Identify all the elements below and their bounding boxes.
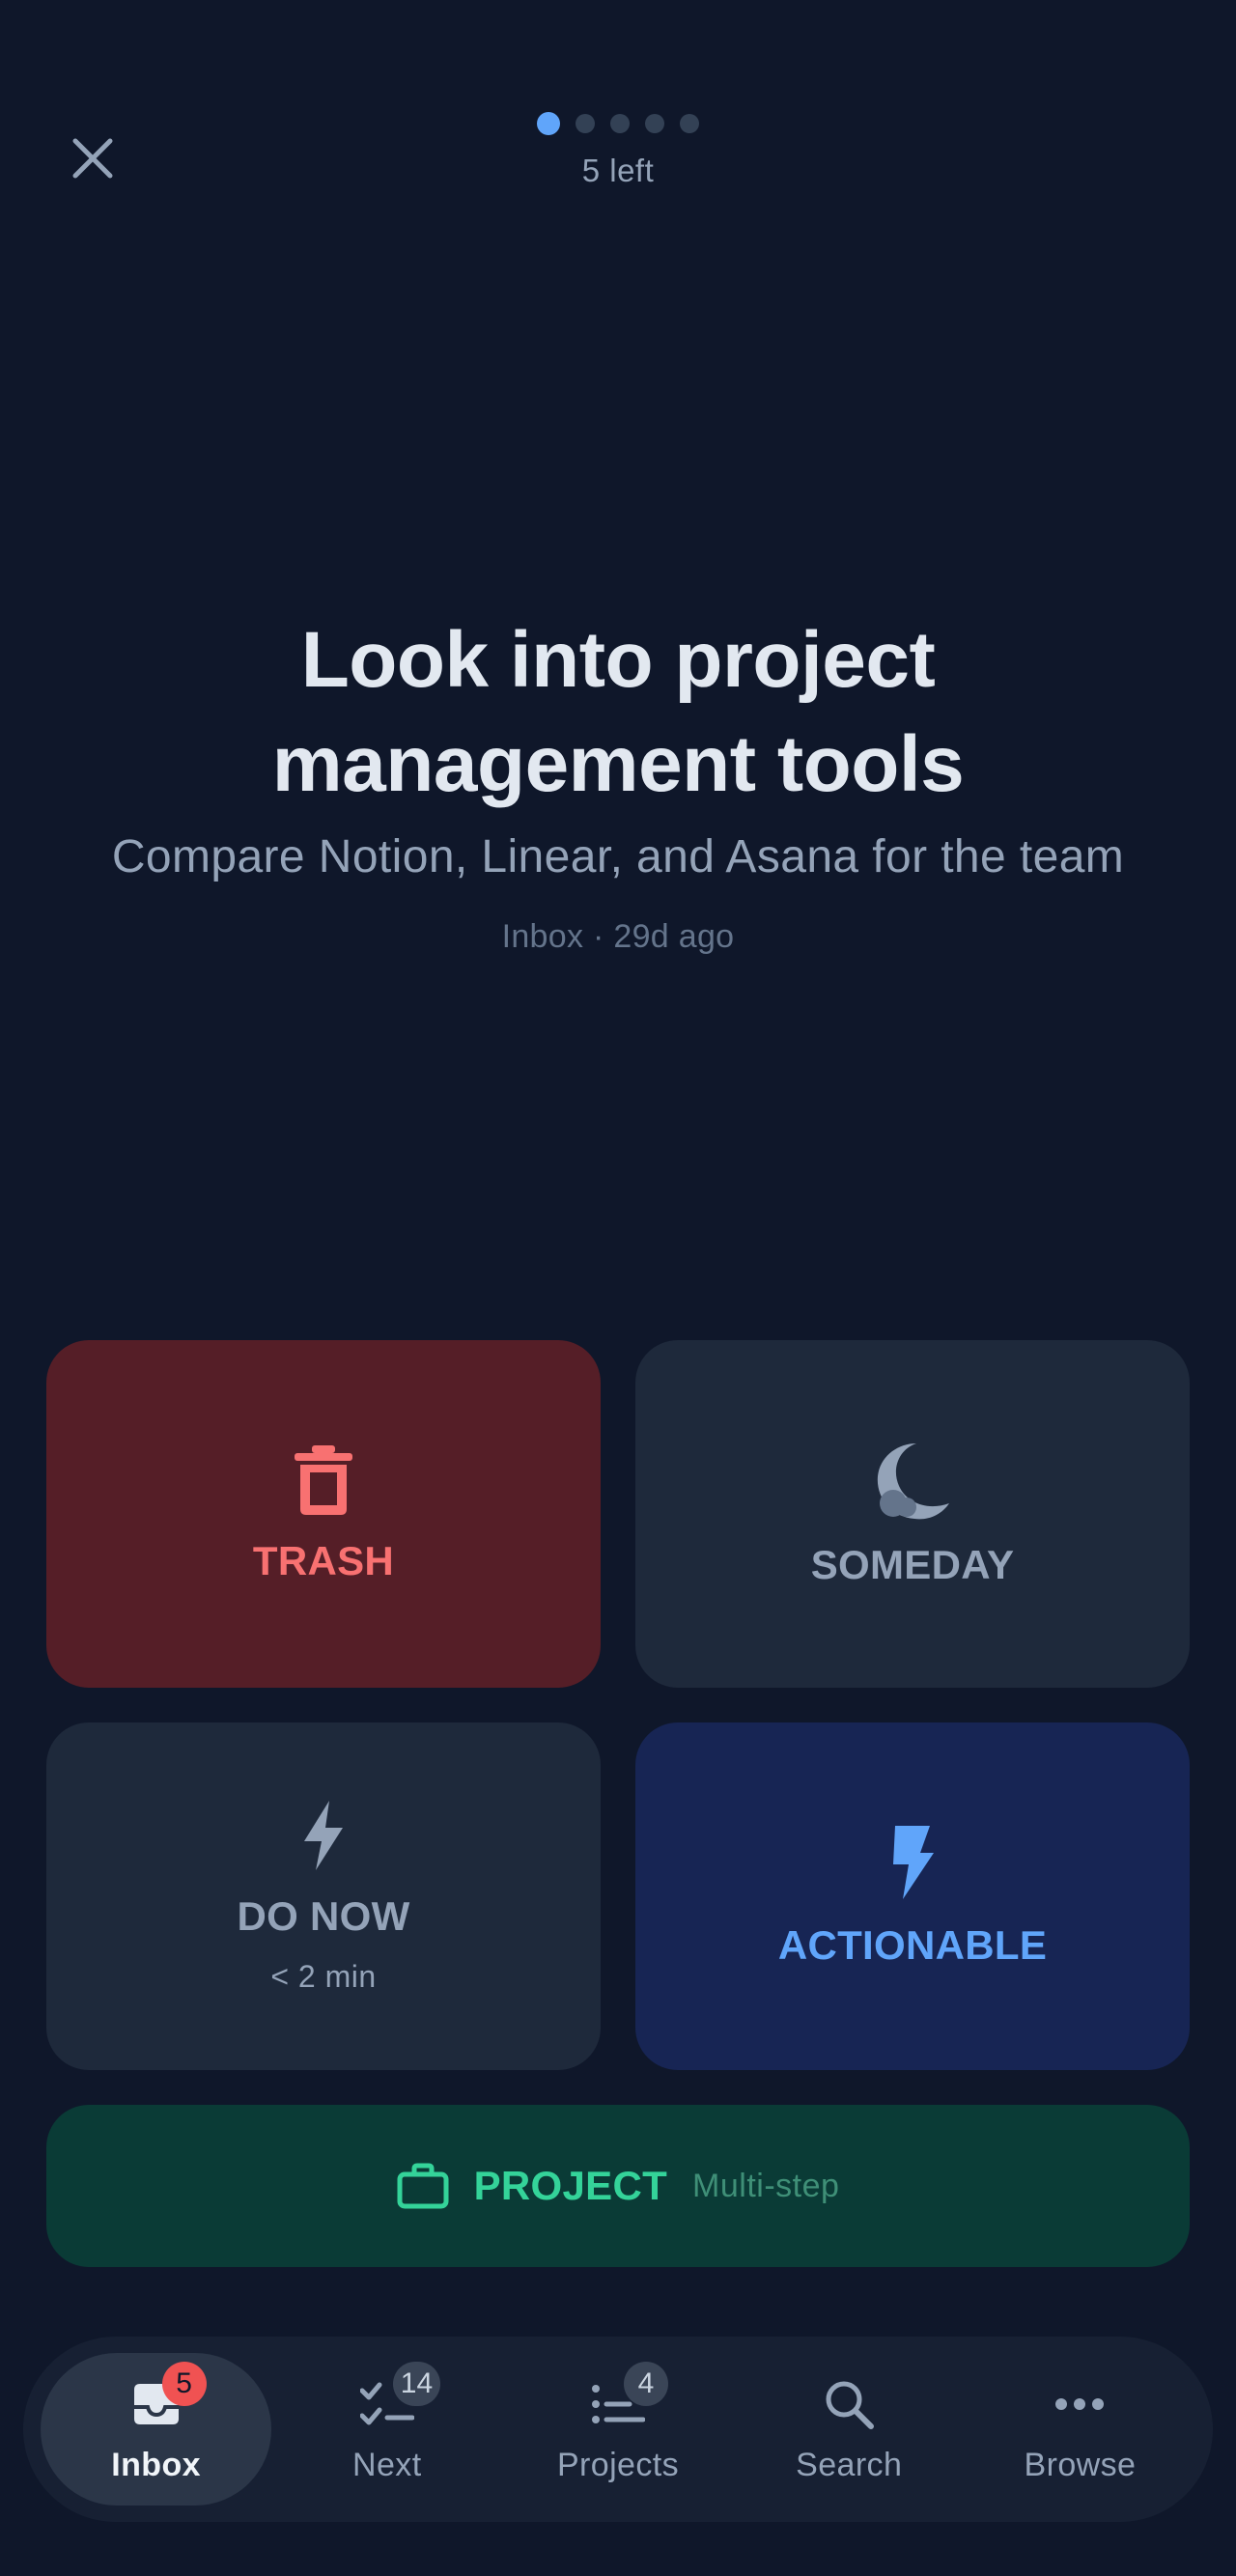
item-description: Compare Notion, Linear, and Asana for th…	[111, 831, 1125, 882]
progress-dot	[610, 114, 630, 133]
search-icon	[820, 2375, 878, 2433]
moon-icon	[877, 1443, 949, 1520]
nav-item-inbox[interactable]: 5 Inbox	[41, 2353, 272, 2506]
someday-button[interactable]: SOMEDAY	[635, 1340, 1190, 1688]
item-title: Look into project management tools	[271, 616, 965, 808]
next-badge: 14	[392, 2361, 441, 2406]
nav-label-search: Search	[796, 2446, 903, 2483]
progress-dot-active	[537, 112, 560, 135]
actionable-label: ACTIONABLE	[777, 1922, 1048, 1968]
list-icon: 4	[589, 2361, 668, 2433]
checklist-icon: 14	[358, 2361, 441, 2433]
trash-button[interactable]: TRASH	[46, 1340, 601, 1688]
project-button[interactable]: PROJECT Multi-step	[46, 2105, 1190, 2267]
nav-item-projects[interactable]: 4 Projects	[502, 2353, 733, 2506]
progress-dot	[645, 114, 664, 133]
project-label: PROJECT	[473, 2163, 668, 2208]
project-sublabel: Multi-step	[692, 2167, 840, 2204]
lightning-icon	[304, 1800, 343, 1870]
progress-dot	[680, 114, 699, 133]
nav-label-next: Next	[352, 2446, 422, 2483]
projects-badge: 4	[624, 2361, 668, 2406]
briefcase-icon	[397, 2163, 449, 2209]
actionable-button[interactable]: ACTIONABLE	[635, 1722, 1190, 2070]
progress-dots	[537, 112, 699, 135]
trash-icon	[295, 1445, 352, 1515]
more-icon	[1051, 2375, 1109, 2433]
trash-label: TRASH	[252, 1538, 395, 1583]
inbox-badge: 5	[161, 2361, 207, 2406]
do-now-label: DO NOW	[237, 1892, 410, 1939]
someday-label: SOMEDAY	[810, 1542, 1015, 1587]
nav-label-projects: Projects	[556, 2446, 680, 2483]
nav-label-inbox: Inbox	[111, 2446, 201, 2483]
progress-indicator: 5 left	[0, 112, 1236, 189]
progress-dot	[576, 114, 595, 133]
nav-item-next[interactable]: 14 Next	[271, 2353, 502, 2506]
nav-item-search[interactable]: Search	[734, 2353, 965, 2506]
item-meta: Inbox · 29d ago	[501, 918, 735, 955]
items-left-count: 5 left	[581, 153, 655, 188]
inbox-item: Look into project management tools Compa…	[58, 608, 1178, 956]
lightning-filled-icon	[893, 1826, 934, 1899]
do-now-sublabel: < 2 min	[270, 1958, 377, 1994]
bottom-nav: 5 Inbox 14 Next 4 Projects Search Browse	[23, 2337, 1213, 2522]
nav-item-browse[interactable]: Browse	[965, 2353, 1195, 2506]
nav-label-browse: Browse	[1024, 2446, 1137, 2483]
do-now-button[interactable]: DO NOW < 2 min	[46, 1722, 601, 2070]
process-inbox-screen: 5 left Look into project management tool…	[0, 0, 1236, 2576]
inbox-icon: 5	[127, 2361, 207, 2433]
